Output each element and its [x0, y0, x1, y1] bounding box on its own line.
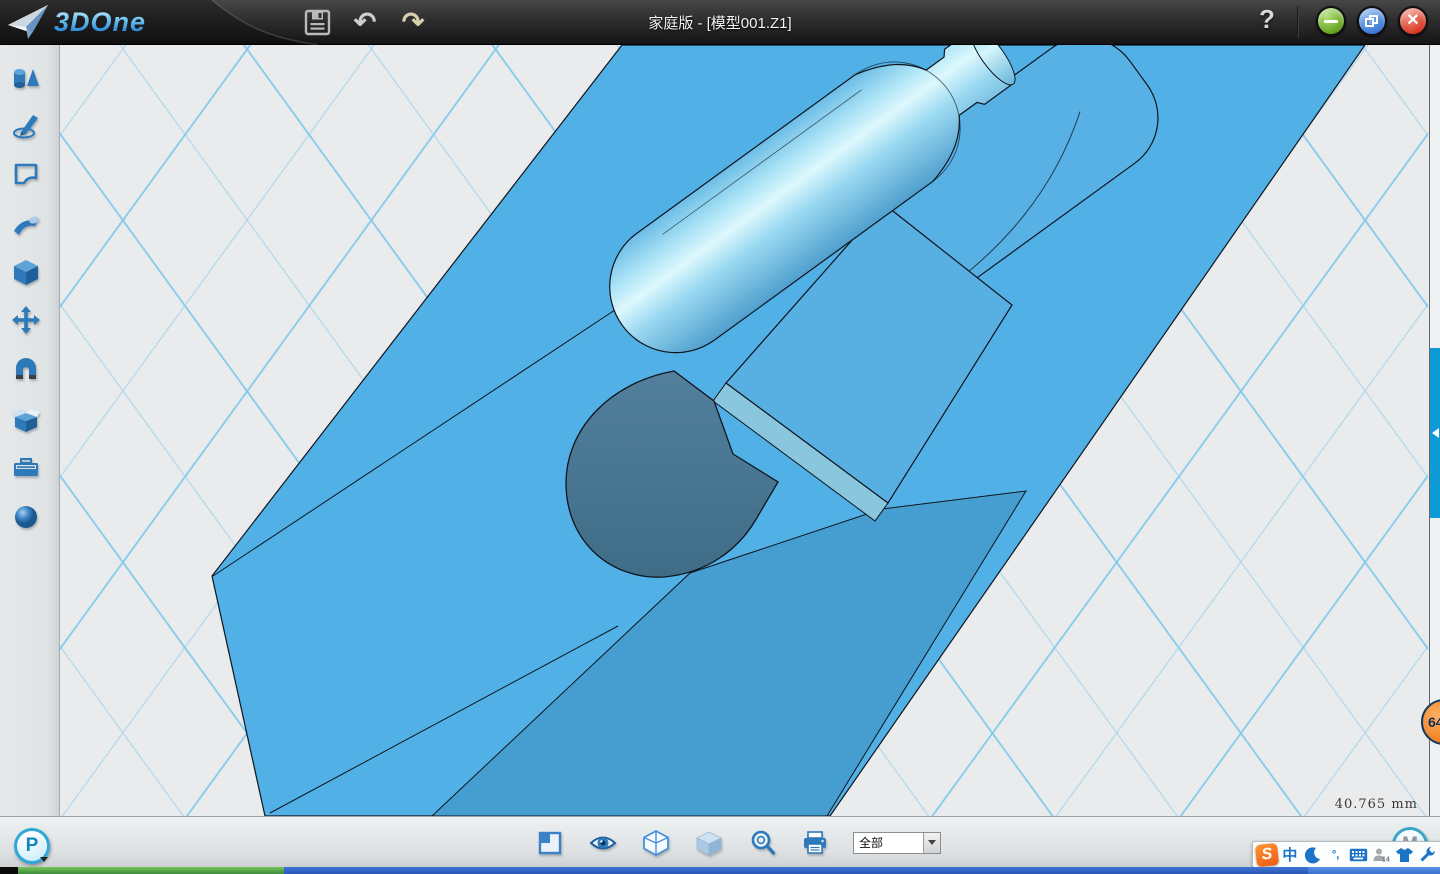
ime-skin-button[interactable]: [1393, 843, 1415, 867]
sidebar-item-sketch-surface[interactable]: [9, 157, 43, 191]
sidebar-item-assembly-magnet[interactable]: [9, 353, 43, 387]
titlebar-swoosh: [0, 0, 1440, 45]
dropdown-button[interactable]: [923, 833, 940, 853]
datum-plane-icon: [537, 830, 563, 856]
move-arrows-icon: [11, 305, 41, 335]
titlebar-separator: [1297, 6, 1299, 38]
zoom-lens-icon: [749, 829, 776, 856]
tshirt-icon: [1395, 847, 1414, 863]
save-icon: [304, 9, 331, 36]
redo-icon: ↷: [402, 9, 425, 36]
help-button[interactable]: ?: [1252, 4, 1282, 40]
wireframe-mode-button[interactable]: [641, 828, 671, 858]
view-filter-value: 全部: [854, 834, 923, 851]
close-icon: ✕: [1406, 13, 1419, 29]
printer-icon: [801, 830, 829, 856]
sidebar-item-open-box[interactable]: [9, 402, 43, 436]
shaded-cube-icon: [695, 829, 723, 857]
undo-icon: ↶: [354, 9, 377, 36]
minimize-icon: [1324, 20, 1338, 23]
wrench-icon: [1419, 846, 1436, 863]
titlebar: 3DOne ↶ ↷ 家庭版 - [模型001.Z1] ?: [0, 0, 1440, 45]
os-taskbar: [0, 867, 1440, 874]
primitive-solids-icon: [11, 62, 41, 92]
undo-button[interactable]: ↶: [348, 7, 382, 39]
ime-fullhalf-toggle[interactable]: [1302, 843, 1324, 867]
close-button[interactable]: ✕: [1398, 6, 1428, 36]
zoom-button[interactable]: [747, 828, 777, 858]
magnet-assembly-icon: [11, 355, 41, 385]
moon-icon: [1304, 846, 1322, 864]
sogou-logo-icon[interactable]: S: [1255, 842, 1279, 866]
taskbar-segment: [0, 867, 18, 874]
taskbar-segment: [284, 867, 1308, 874]
app-logo: 3DOne: [6, 2, 146, 43]
svg-text:14: 14: [1382, 856, 1390, 863]
taskbar-tray-segment: [1308, 867, 1440, 874]
sidebar-item-primitive-solids[interactable]: [9, 60, 43, 94]
ime-toolbar: S 中 °, 14: [1252, 841, 1440, 868]
model-scene: [60, 45, 1428, 816]
redo-button[interactable]: ↷: [396, 7, 430, 39]
sidebar-item-sketch-draw[interactable]: [9, 108, 43, 142]
sweep-edit-icon: [11, 209, 41, 239]
minimize-button[interactable]: [1316, 6, 1346, 36]
sidebar-item-material-sphere[interactable]: [9, 500, 43, 534]
ime-account-button[interactable]: 14: [1370, 843, 1392, 867]
chevron-down-icon: [928, 840, 936, 845]
sidebar-item-sweep-edit[interactable]: [9, 207, 43, 241]
feature-cube-icon: [11, 257, 41, 287]
paper-plane-icon: [6, 3, 50, 43]
chevron-left-icon: [1432, 428, 1439, 438]
visibility-button[interactable]: [588, 828, 618, 858]
shaded-mode-button[interactable]: [694, 828, 724, 858]
restore-icon: [1365, 15, 1379, 28]
measure-kit-icon: [11, 453, 41, 483]
ime-lang-toggle[interactable]: 中: [1279, 843, 1301, 867]
taskbar-start-segment: [18, 867, 284, 874]
material-sphere-icon: [11, 502, 41, 532]
brand-text: 3DOne: [54, 7, 146, 38]
ime-softkeyboard-button[interactable]: [1348, 843, 1370, 867]
ime-punct-toggle[interactable]: °,: [1325, 843, 1347, 867]
restore-button[interactable]: [1357, 6, 1387, 36]
sidebar-item-measure-kit[interactable]: [9, 451, 43, 485]
left-toolbar: [0, 45, 60, 816]
sketch-sheet-icon: [11, 159, 41, 189]
print-button[interactable]: [800, 828, 830, 858]
save-button[interactable]: [300, 7, 334, 39]
user-icon: 14: [1372, 847, 1390, 863]
ime-settings-button[interactable]: [1416, 843, 1438, 867]
badge-count: 64: [1428, 714, 1440, 730]
bottom-bar: P: [0, 816, 1440, 867]
eye-icon: [589, 830, 617, 856]
keyboard-icon: [1349, 848, 1368, 862]
sidebar-item-feature-cube[interactable]: [9, 255, 43, 289]
wireframe-cube-icon: [642, 829, 670, 857]
datum-plane-button[interactable]: [535, 828, 565, 858]
sketch-pen-icon: [11, 110, 41, 140]
launcher-p-caret[interactable]: [40, 857, 48, 862]
view-toolbar: 全部: [535, 817, 941, 868]
open-box-icon: [11, 404, 41, 434]
launcher-p-label: P: [26, 835, 39, 857]
view-filter-dropdown[interactable]: 全部: [853, 832, 941, 854]
sidebar-item-move[interactable]: [9, 303, 43, 337]
app-window: 3DOne ↶ ↷ 家庭版 - [模型001.Z1] ?: [0, 0, 1440, 874]
viewport-3d[interactable]: 40.765 mm: [60, 45, 1428, 816]
scale-readout: 40.765 mm: [1335, 797, 1418, 812]
panel-expand-tab[interactable]: [1430, 348, 1440, 518]
